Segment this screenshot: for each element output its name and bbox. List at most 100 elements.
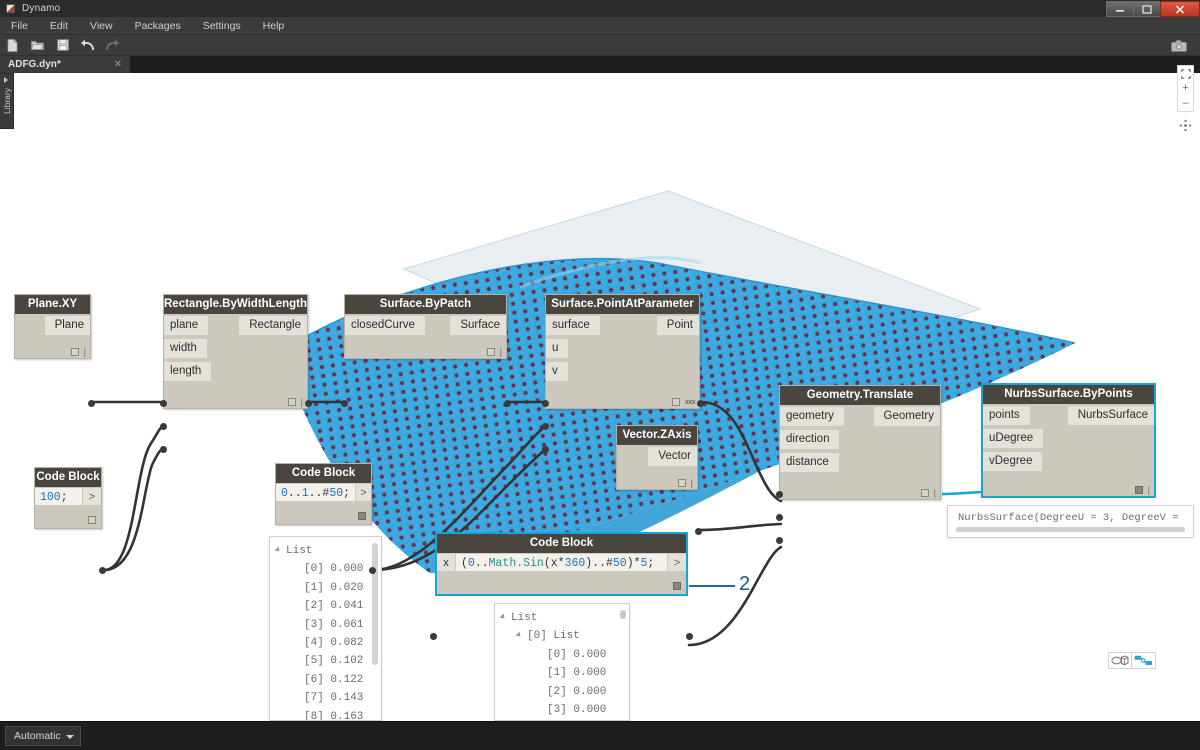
port-out-vector[interactable]: Vector (648, 447, 697, 466)
graph-canvas[interactable]: Plane.XY Plane | Rectangle.ByWidthLength… (0, 73, 1200, 721)
pan-button[interactable] (1177, 117, 1194, 133)
nub-pap-surface-in (542, 400, 549, 407)
node-code-block-sine[interactable]: Code Block x (0..Math.Sin(x*360)..#50)*5… (435, 532, 688, 596)
watch-scrollbar[interactable] (620, 610, 626, 619)
code-block-output-port[interactable]: > (667, 554, 686, 571)
code-block-row[interactable]: x (0..Math.Sin(x*360)..#50)*5; > (437, 553, 686, 572)
preview-tooltip-scrollbar[interactable] (956, 527, 1185, 532)
port-in-direction[interactable]: direction (780, 430, 840, 449)
nub-pap-v-in (542, 446, 549, 453)
node-surface-pointatparameter[interactable]: Surface.PointAtParameter surface u v Poi… (545, 294, 700, 409)
port-out-point[interactable]: Point (656, 316, 699, 335)
menu-settings[interactable]: Settings (192, 17, 252, 35)
node-surface-bypatch[interactable]: Surface.ByPatch closedCurve Surface | (344, 294, 507, 359)
node-footer: | (287, 398, 303, 407)
minimize-button[interactable] (1106, 1, 1133, 17)
menu-edit[interactable]: Edit (39, 17, 79, 35)
close-tab-icon[interactable]: ✕ (114, 56, 122, 73)
code-block-row[interactable]: 0..1..#50; > (276, 483, 371, 502)
node-title: Surface.PointAtParameter (546, 295, 699, 314)
code-block-output-port[interactable]: > (355, 484, 371, 501)
node-rectangle-bywidthlength[interactable]: Rectangle.ByWidthLength plane width leng… (163, 294, 308, 409)
background-3d-preview-toggle[interactable] (1108, 652, 1132, 669)
dynamo-window: Dynamo File Edit View Packages Settings … (0, 0, 1200, 750)
code-block-text[interactable]: 100; (35, 488, 82, 505)
port-in-distance[interactable]: distance (780, 453, 839, 472)
node-nurbssurface-bypoints[interactable]: NurbsSurface.ByPoints points uDegree vDe… (981, 383, 1156, 498)
menu-file[interactable]: File (0, 17, 39, 35)
code-block-text[interactable]: (0..Math.Sin(x*360)..#50)*5; (456, 554, 667, 571)
node-code-block-100[interactable]: Code Block 100; > (34, 467, 102, 529)
save-file-button[interactable] (50, 35, 75, 56)
preview-toggle-icon[interactable] (673, 582, 681, 590)
port-in-closedcurve[interactable]: closedCurve (345, 316, 425, 335)
menu-view[interactable]: View (79, 17, 124, 35)
preview-toggle-icon[interactable] (920, 489, 929, 497)
open-folder-button[interactable] (25, 35, 50, 56)
preview-toggle-icon[interactable] (671, 398, 680, 406)
port-in-length[interactable]: length (164, 362, 212, 381)
new-file-button[interactable] (0, 35, 25, 56)
port-in-points[interactable]: points (983, 406, 1030, 425)
node-footer (437, 572, 686, 594)
preview-toggle-icon[interactable] (1134, 486, 1143, 494)
expand-caret-icon[interactable] (499, 613, 507, 621)
run-mode-dropdown[interactable]: Automatic (5, 726, 81, 746)
code-block-text[interactable]: 0..1..#50; (276, 484, 355, 501)
zoom-out-button[interactable]: – (1178, 96, 1193, 111)
nub-cbsine-x-in (430, 633, 437, 640)
port-in-udegree[interactable]: uDegree (983, 429, 1044, 448)
port-out-plane[interactable]: Plane (44, 316, 90, 335)
graph-view-toggle[interactable] (1132, 652, 1156, 669)
node-geometry-translate[interactable]: Geometry.Translate geometry direction di… (779, 385, 941, 500)
undo-button[interactable] (75, 35, 100, 56)
code-block-output-port[interactable]: > (82, 488, 101, 505)
preview-toggle-icon[interactable] (486, 348, 495, 356)
lacing-icon[interactable]: | (691, 479, 693, 488)
menu-packages[interactable]: Packages (124, 17, 192, 35)
preview-toggle-icon[interactable] (88, 516, 96, 524)
lacing-icon[interactable]: | (301, 398, 303, 407)
watch-range-list[interactable]: List [0] 0.000 [1] 0.020 [2] 0.041 [3] 0… (269, 536, 382, 721)
nub-translate-direction-in (776, 514, 783, 521)
lacing-icon[interactable]: | (1148, 486, 1150, 495)
expand-library-icon[interactable] (3, 77, 8, 83)
preview-toggle-icon[interactable] (70, 348, 79, 356)
port-in-plane[interactable]: plane (164, 316, 209, 335)
lacing-icon[interactable]: | (500, 348, 502, 357)
port-out-surface[interactable]: Surface (450, 316, 506, 335)
chevron-down-icon[interactable] (66, 735, 74, 739)
preview-toggle-icon[interactable] (358, 512, 366, 520)
lacing-icon[interactable]: | (84, 348, 86, 357)
screenshot-button[interactable] (1166, 35, 1192, 56)
document-tab[interactable]: ADFG.dyn* ✕ (0, 56, 130, 73)
watch-scrollbar[interactable] (372, 543, 378, 665)
fit-to-screen-button[interactable] (1178, 66, 1193, 81)
port-in-vdegree[interactable]: vDegree (983, 452, 1043, 471)
library-panel-tab[interactable]: Library (0, 73, 14, 129)
expand-caret-icon[interactable] (274, 546, 282, 554)
menu-help[interactable]: Help (252, 17, 296, 35)
lacing-cross-icon[interactable]: xxx (685, 399, 696, 406)
port-in-v[interactable]: v (546, 362, 568, 381)
lacing-icon[interactable]: | (934, 489, 936, 498)
zoom-in-button[interactable]: + (1178, 81, 1193, 96)
close-button[interactable] (1160, 1, 1200, 17)
maximize-button[interactable] (1133, 1, 1160, 17)
node-code-block-range[interactable]: Code Block 0..1..#50; > (275, 463, 372, 525)
watch-sine-list[interactable]: List [0] List [0] 0.000 [1] 0.000 [2] 0.… (494, 603, 630, 721)
port-out-geometry[interactable]: Geometry (873, 407, 940, 426)
preview-toggle-icon[interactable] (677, 479, 686, 487)
node-plane-xy[interactable]: Plane.XY Plane | (14, 294, 91, 359)
port-out-nurbssurface[interactable]: NurbsSurface (1067, 406, 1154, 425)
code-block-row[interactable]: 100; > (35, 487, 101, 506)
port-in-surface[interactable]: surface (546, 316, 600, 335)
port-out-rectangle[interactable]: Rectangle (239, 316, 307, 335)
preview-toggle-icon[interactable] (287, 398, 296, 406)
code-block-input-port[interactable]: x (437, 554, 456, 571)
port-in-width[interactable]: width (164, 339, 207, 358)
node-vector-zaxis[interactable]: Vector.ZAxis Vector | (616, 425, 698, 490)
port-in-u[interactable]: u (546, 339, 569, 358)
port-in-geometry[interactable]: geometry (780, 407, 844, 426)
expand-caret-icon[interactable] (515, 631, 523, 639)
